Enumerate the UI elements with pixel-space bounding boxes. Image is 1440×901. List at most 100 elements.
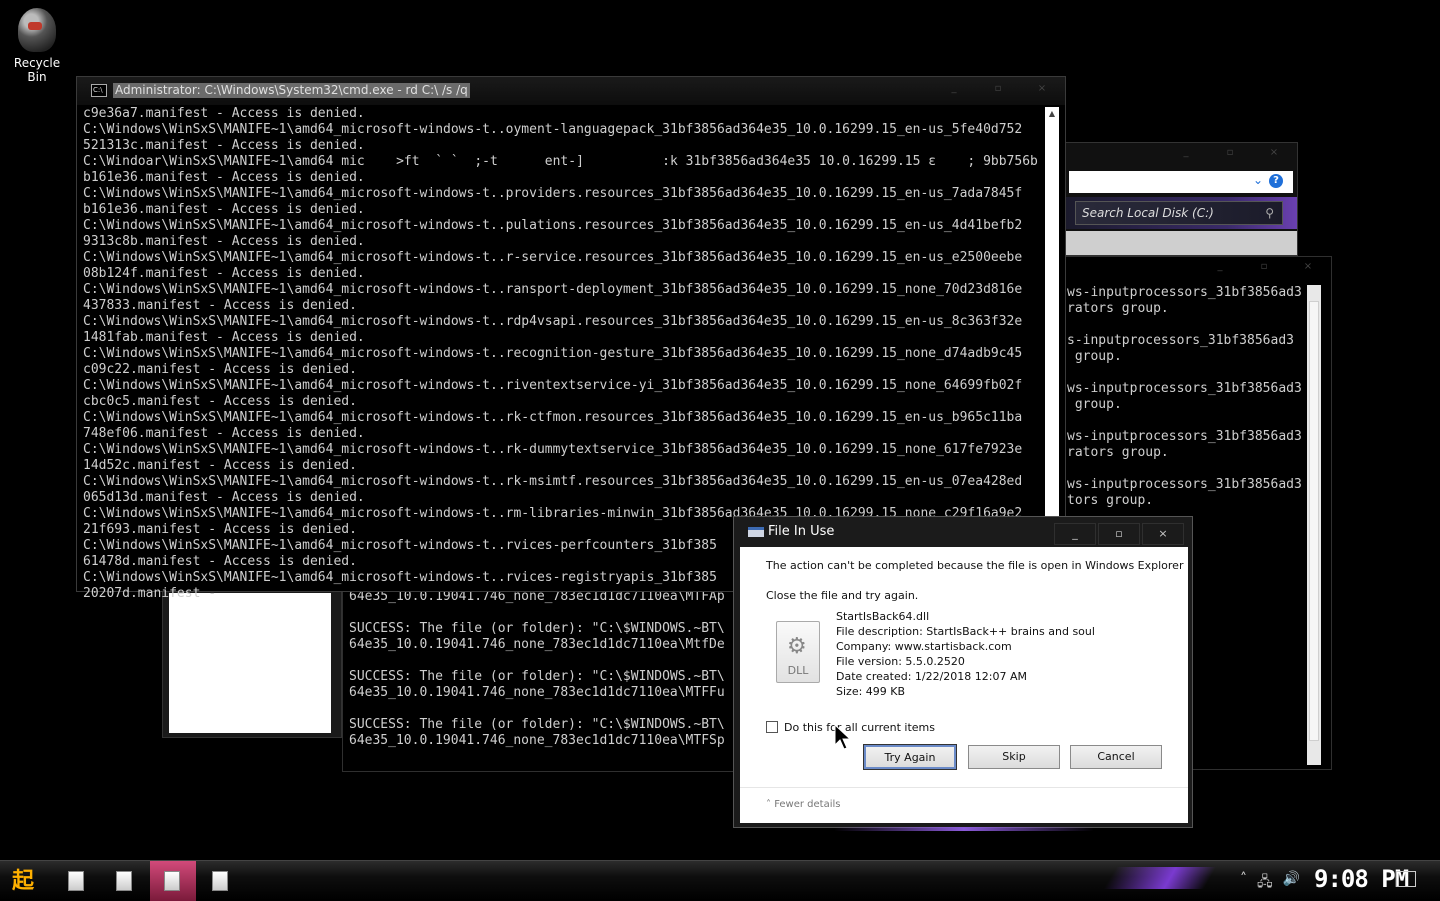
fewer-details-label: Fewer details [774,799,841,810]
console-icon: C:\ [91,84,107,97]
dialog-window-controls: _ ▫ × [1054,523,1184,545]
dialog-message: The action can't be completed because th… [766,559,1184,572]
console-line: 64e35_10.0.19041.746_none_783ec1d1dc7110… [349,685,725,700]
console-line: 748ef06.manifest - Access is denied. [83,426,365,441]
taskbar-button-1[interactable] [54,861,100,901]
file-type-label: DLL [787,664,809,677]
scroll-up-arrow-icon[interactable]: ▲ [1045,107,1059,121]
console-line: group. [1067,349,1122,364]
apply-all-label[interactable]: Do this for all current items [784,721,935,734]
search-icon[interactable]: ⚲ [1265,202,1274,224]
explorer-window-controls: _ ▫ × [1183,147,1279,158]
recycle-bin-icon[interactable]: Recycle Bin [4,8,70,84]
search-input[interactable]: Search Local Disk (C:) ⚲ [1075,201,1283,225]
console-line: C:\Windows\WinSxS\MANIFE~1\amd64_microso… [83,378,1023,393]
dialog-minimize-button[interactable]: _ [1054,523,1096,545]
document-icon [116,871,132,891]
dialog-maximize-button[interactable]: ▫ [1098,523,1140,545]
cancel-button[interactable]: Cancel [1070,745,1162,769]
notifications-icon[interactable] [1396,871,1416,887]
cmd-window-middle: 64e35_10.0.19041.746_none_783ec1d1dc7110… [342,586,736,772]
cmd-main-scrollbar[interactable]: ▲ [1045,107,1059,587]
console-line: 64e35_10.0.19041.746_none_783ec1d1dc7110… [349,637,725,652]
document-icon [164,871,180,891]
scrollbar-thumb[interactable] [1309,301,1319,741]
document-icon [212,871,228,891]
dialog-instruction: Close the file and try again. [766,589,919,602]
taskbar-button-3[interactable] [150,861,196,901]
volume-icon[interactable]: 🔊 [1283,871,1300,895]
file-name: StartIsBack64.dll [836,610,930,623]
console-line: C:\Windows\WinSxS\MANIFE~1\amd64_microso… [83,218,1023,233]
apply-all-checkbox[interactable] [766,721,778,733]
taskbar-button-2[interactable] [102,861,148,901]
fewer-details-link[interactable]: ˄ Fewer details [766,799,840,810]
file-version: File version: 5.5.0.2520 [836,655,965,668]
skip-button[interactable]: Skip [968,745,1060,769]
background-window [162,586,342,738]
start-button[interactable]: 起 [6,867,40,897]
console-line: 14d52c.manifest - Access is denied. [83,458,357,473]
console-line: b161e36.manifest - Access is denied. [83,202,365,217]
console-line: 08b124f.manifest - Access is denied. [83,266,365,281]
console-line: b161e36.manifest - Access is denied. [83,170,365,185]
console-line: ws-inputprocessors_31bf3856ad3 [1067,477,1302,492]
mouse-cursor-icon [834,723,852,750]
dialog-title: File In Use [768,524,835,539]
console-line: C:\Windows\WinSxS\MANIFE~1\amd64_microso… [83,282,1023,297]
chevron-down-icon[interactable]: ⌄ [1253,173,1263,187]
console-line: C:\Windows\WinSxS\MANIFE~1\amd64_microso… [83,474,1023,489]
cmd-window-main: C:\ Administrator: C:\Windows\System32\c… [76,76,1066,601]
console-line: ws-inputprocessors_31bf3856ad3 [1067,285,1302,300]
cmd-middle-output: 64e35_10.0.19041.746_none_783ec1d1dc7110… [349,589,725,749]
console-line: 1481fab.manifest - Access is denied. [83,330,365,345]
taskbar: 起 ˄ 🖧 🔊 9:08 PM [0,860,1440,901]
console-line: ws-inputprocessors_31bf3856ad3 [1067,429,1302,444]
console-line: C:\Windows\WinSxS\MANIFE~1\amd64_microso… [83,186,1023,201]
cmd-main-titlebar[interactable]: C:\ Administrator: C:\Windows\System32\c… [77,77,1065,105]
dialog-window-icon [748,527,764,537]
search-placeholder: Search Local Disk (C:) [1082,206,1214,220]
file-description: File description: StartIsBack++ brains a… [836,625,1095,638]
console-line: c9e36a7.manifest - Access is denied. [83,106,365,121]
console-line: 437833.manifest - Access is denied. [83,298,357,313]
console-line: SUCCESS: The file (or folder): "C:\$WIND… [349,621,725,636]
explorer-address-bar[interactable]: ⌄ ? [1069,171,1293,193]
cmd-main-window-controls: _ ▫ × [939,83,1057,94]
background-window-content [169,593,331,733]
console-line: C:\Windows\WinSxS\MANIFE~1\amd64_microso… [83,346,1023,361]
text-cursor: _ [223,586,232,601]
document-icon [68,871,84,891]
console-line: c09c22.manifest - Access is denied. [83,362,357,377]
maximize-button[interactable]: ▫ [983,83,1013,94]
taskbar-button-4[interactable] [198,861,244,901]
console-line: SUCCESS: The file (or folder): "C:\$WIND… [349,669,725,684]
system-tray: ˄ 🖧 🔊 [1240,871,1300,895]
chevron-up-icon[interactable]: ˄ [1240,871,1247,895]
help-icon[interactable]: ? [1269,174,1283,188]
console-line: 065d13d.manifest - Access is denied. [83,490,365,505]
explorer-window: _ ▫ × ⌄ ? Search Local Disk (C:) ⚲ [1062,142,1298,256]
dialog-close-button[interactable]: × [1142,523,1184,545]
file-size: Size: 499 KB [836,685,906,698]
chevron-up-icon: ˄ [766,799,775,810]
console-line: s-inputprocessors_31bf3856ad3 [1067,333,1294,348]
cmd-right-scrollbar[interactable] [1307,285,1321,765]
close-button[interactable]: × [1027,83,1057,94]
try-again-button[interactable]: Try Again [863,744,957,770]
clock[interactable]: 9:08 PM [1314,865,1409,893]
minimize-button[interactable]: _ [939,83,969,94]
cmd-right-window-controls: _ ▫ × [1217,261,1313,272]
console-line: tors group. [1067,493,1154,508]
network-icon[interactable]: 🖧 [1257,871,1273,895]
console-line: rators group. [1067,445,1169,460]
dialog-divider [740,787,1188,788]
console-line: C:\Windows\WinSxS\MANIFE~1\amd64_microso… [83,410,1023,425]
explorer-search-row: Search Local Disk (C:) ⚲ [1063,197,1297,229]
